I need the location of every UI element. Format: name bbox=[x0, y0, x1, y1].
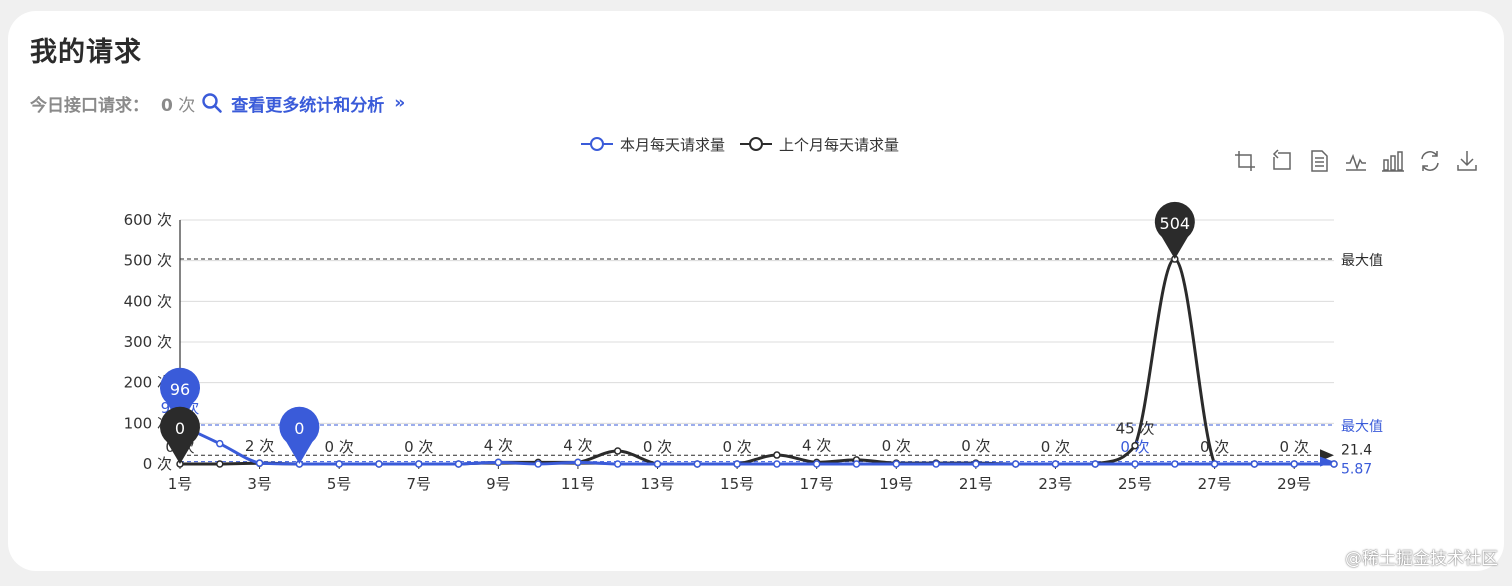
data-point bbox=[1131, 460, 1139, 468]
point-label: 0 次 bbox=[882, 437, 911, 455]
data-point bbox=[415, 460, 423, 468]
data-point bbox=[1290, 460, 1298, 468]
point-label: 0 次 bbox=[404, 438, 433, 456]
x-tick-label: 9号 bbox=[486, 475, 511, 493]
point-label: 0 次 bbox=[1200, 438, 1229, 456]
x-tick-label: 27号 bbox=[1198, 475, 1232, 493]
data-point bbox=[1250, 460, 1259, 468]
avg-line-label: 21.4 bbox=[1341, 442, 1372, 458]
x-tick-label: 25号 bbox=[1118, 475, 1152, 493]
watermark: @稀土掘金技术社区 bbox=[1345, 549, 1498, 569]
data-point bbox=[335, 460, 343, 468]
data-point bbox=[255, 459, 264, 467]
max-line-label: 最大值 bbox=[1341, 419, 1383, 435]
x-tick-label: 13号 bbox=[640, 475, 674, 493]
x-tick-label: 19号 bbox=[879, 475, 913, 493]
data-point bbox=[613, 447, 622, 455]
data-point bbox=[534, 460, 542, 468]
y-tick-label: 600 次 bbox=[124, 211, 172, 229]
min-pin-previous-label: 0 bbox=[175, 419, 185, 438]
data-point bbox=[375, 460, 383, 468]
data-point bbox=[733, 460, 741, 468]
y-tick-label: 0 次 bbox=[143, 455, 172, 473]
x-tick-label: 21号 bbox=[959, 475, 993, 493]
max-line-label: 最大值 bbox=[1341, 253, 1383, 269]
point-label: 0 次 bbox=[1120, 438, 1149, 456]
data-point bbox=[693, 460, 702, 468]
data-point bbox=[1330, 460, 1338, 468]
data-point bbox=[216, 460, 224, 468]
x-tick-label: 17号 bbox=[800, 475, 834, 493]
point-label: 0 次 bbox=[325, 438, 354, 456]
point-label: 4 次 bbox=[802, 436, 831, 454]
data-point bbox=[494, 458, 503, 467]
data-point bbox=[216, 439, 224, 448]
data-point bbox=[653, 460, 662, 468]
y-tick-label: 300 次 bbox=[124, 333, 172, 351]
data-point bbox=[1210, 460, 1219, 468]
point-label: 0 次 bbox=[1041, 438, 1070, 456]
point-label: 4 次 bbox=[563, 436, 592, 454]
y-tick-label: 500 次 bbox=[124, 252, 172, 270]
x-tick-label: 29号 bbox=[1277, 475, 1311, 493]
data-point bbox=[1051, 460, 1060, 468]
max-pin-current-label: 96 bbox=[170, 380, 190, 399]
daily-requests-chart: 0 次100 次200 次300 次400 次500 次600 次1号 3号 5号 7… bbox=[124, 201, 1383, 493]
x-tick-label: 11号 bbox=[561, 475, 595, 493]
x-tick-label: 15号 bbox=[720, 475, 754, 493]
series-line-1 bbox=[179, 257, 1334, 466]
x-tick-label: 3号 bbox=[247, 475, 272, 493]
data-point bbox=[773, 451, 781, 459]
point-label: 2 次 bbox=[245, 437, 274, 455]
data-point bbox=[454, 460, 463, 468]
point-label: 45 次 bbox=[1116, 420, 1155, 438]
data-point bbox=[972, 460, 980, 468]
x-tick-label: 7号 bbox=[406, 475, 431, 493]
point-label: 0 次 bbox=[643, 438, 672, 456]
data-point bbox=[613, 460, 622, 468]
x-tick-label: 5号 bbox=[327, 475, 352, 493]
data-point bbox=[932, 460, 940, 468]
data-point bbox=[852, 460, 861, 468]
x-tick-label: 23号 bbox=[1038, 475, 1072, 493]
data-point bbox=[892, 460, 901, 468]
y-tick-label: 400 次 bbox=[124, 292, 172, 310]
data-point bbox=[1171, 460, 1179, 468]
data-point bbox=[773, 460, 781, 468]
avg-line-label: 5.87 bbox=[1341, 462, 1372, 478]
point-label: 0 次 bbox=[722, 438, 751, 456]
data-point bbox=[1011, 460, 1020, 468]
data-point bbox=[574, 458, 582, 467]
data-point bbox=[1091, 460, 1099, 468]
x-tick-label: 1号 bbox=[168, 475, 193, 493]
point-label: 4 次 bbox=[484, 436, 513, 454]
min-pin-current-label: 0 bbox=[294, 419, 304, 438]
point-label: 0 次 bbox=[1280, 438, 1309, 456]
point-label: 0 次 bbox=[961, 437, 990, 455]
data-point bbox=[812, 460, 821, 468]
max-pin-previous-label: 504 bbox=[1160, 214, 1191, 233]
